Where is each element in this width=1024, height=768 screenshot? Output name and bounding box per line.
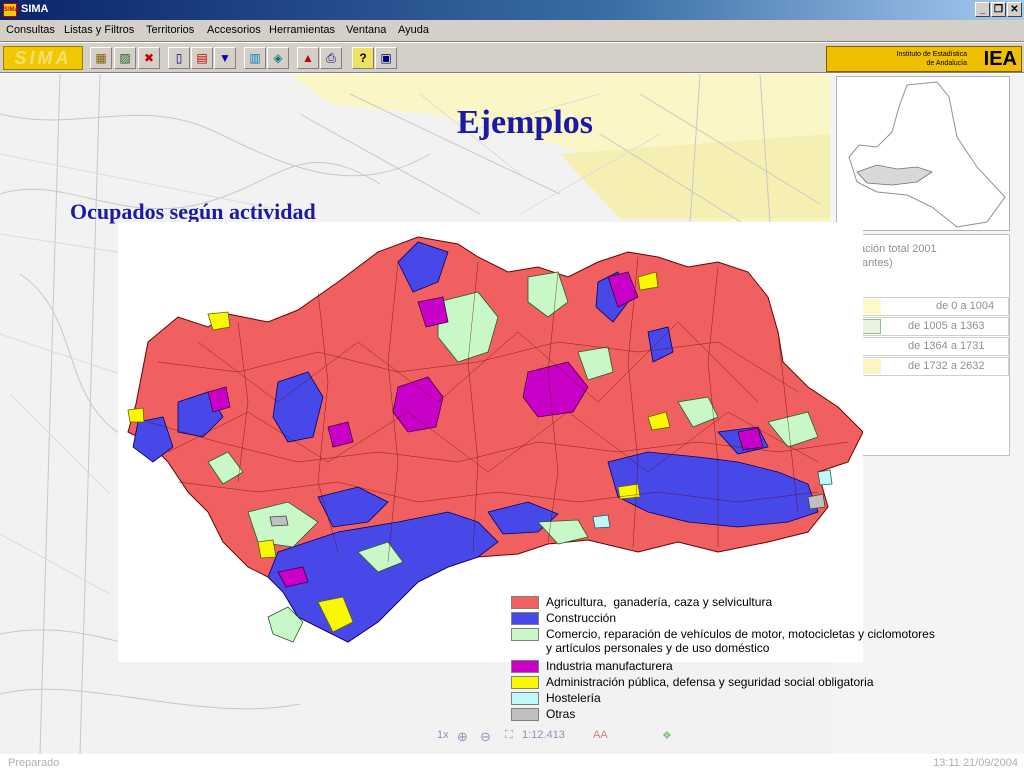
zoom-level[interactable]: 1x — [437, 729, 449, 741]
status-bar: Preparado 13:11 21/09/2004 — [0, 754, 1024, 768]
restore-button[interactable]: ❐ — [991, 2, 1006, 17]
legend-label: Industria manufacturera — [546, 659, 673, 673]
map-viewport[interactable]: Ejemplos Ocupados según actividad ación … — [0, 74, 1024, 754]
population-legend-subtitle: tantes) — [859, 257, 893, 269]
overview-map-outline — [848, 81, 1006, 228]
population-range-row: de 1364 a 1731 — [857, 337, 1009, 356]
legend-label: Hostelería — [546, 691, 601, 705]
population-range-row: de 0 a 1004 — [857, 297, 1009, 316]
range-label: de 0 a 1004 — [936, 300, 995, 312]
legend-label: Comercio, reparación de vehículos de mot… — [546, 627, 935, 655]
map-icon[interactable]: ◈ — [267, 47, 289, 69]
toolbar: SIMA ▦ ▨ ✖ ▯ ▤ ▼ ▥ ◈ ▲ ⎙ ? ▣ Instituto d… — [0, 43, 1024, 73]
chart-edit-icon[interactable]: ▨ — [114, 47, 136, 69]
menu-ventana[interactable]: Ventana — [346, 24, 386, 36]
overview-minimap[interactable] — [836, 76, 1010, 231]
menu-ayuda[interactable]: Ayuda — [398, 24, 429, 36]
sima-logo: SIMA — [3, 46, 83, 70]
menu-accesorios[interactable]: Accesorios — [207, 24, 261, 36]
menu-listas-filtros[interactable]: Listas y Filtros — [64, 24, 134, 36]
status-text: Preparado — [8, 757, 60, 768]
print-icon[interactable]: ⎙ — [320, 47, 342, 69]
zoom-out-icon[interactable]: ⊖ — [480, 729, 491, 745]
close-button[interactable]: ✕ — [1007, 2, 1022, 17]
legend-swatch — [511, 708, 539, 721]
institution-abbr: IEA — [983, 48, 1017, 70]
population-range-row: de 1005 a 1363 — [857, 317, 1009, 336]
pyramid-icon[interactable]: ▲ — [297, 47, 319, 69]
delete-icon[interactable]: ✖ — [138, 47, 160, 69]
iea-logo: Instituto de Estadística de Andalucía IE… — [826, 46, 1022, 72]
legend-swatch — [511, 660, 539, 673]
report-icon[interactable]: ▤ — [191, 47, 213, 69]
help-icon[interactable]: ? — [352, 47, 374, 69]
legend-swatch — [511, 692, 539, 705]
document-icon[interactable]: ▯ — [168, 47, 190, 69]
legend-swatch — [511, 676, 539, 689]
legend-label: Otras — [546, 707, 576, 721]
menu-territorios[interactable]: Territorios — [146, 24, 194, 36]
legend-label: Construcción — [546, 611, 617, 625]
minimize-button[interactable]: _ — [975, 2, 990, 17]
legend-label: Administración pública, defensa y seguri… — [546, 675, 874, 689]
population-legend-title: ación total 2001 — [859, 243, 937, 255]
legend-swatch — [511, 596, 539, 609]
institution-name: Instituto de Estadística de Andalucía — [867, 50, 967, 68]
legend-label: Agricultura, ganadería, caza y selvicult… — [546, 595, 773, 609]
status-clock: 13:11 21/09/2004 — [933, 757, 1018, 768]
legend-swatch — [511, 628, 539, 641]
window-title: SIMA — [21, 3, 49, 15]
population-range-row: de 1732 a 2632 — [857, 357, 1009, 376]
menu-herramientas[interactable]: Herramientas — [269, 24, 335, 36]
range-label: de 1364 a 1731 — [908, 340, 985, 352]
font-size-icon[interactable]: AA — [593, 729, 608, 741]
legend-swatch — [511, 612, 539, 625]
range-label: de 1005 a 1363 — [908, 320, 985, 332]
sima-app-icon[interactable]: SIMA — [3, 3, 19, 17]
fit-extent-icon[interactable]: ⛶ — [505, 729, 513, 742]
range-label: de 1732 a 2632 — [908, 360, 985, 372]
institution-line-1: Instituto de Estadística — [896, 51, 967, 58]
institution-line-2: de Andalucía — [926, 60, 967, 67]
zoom-in-icon[interactable]: ⊕ — [457, 729, 468, 745]
demo-icon[interactable]: ▣ — [375, 47, 397, 69]
title-bar: SIMA SIMA _ ❐ ✕ — [0, 0, 1024, 20]
bar-chart-icon[interactable]: ▥ — [244, 47, 266, 69]
filter-icon[interactable]: ▼ — [214, 47, 236, 69]
map-scale: 1:12.413 — [522, 729, 565, 741]
menu-bar: Consultas Listas y Filtros Territorios A… — [0, 20, 1024, 42]
layers-icon[interactable]: ❖ — [662, 729, 672, 742]
menu-consultas[interactable]: Consultas — [6, 24, 55, 36]
table-icon[interactable]: ▦ — [90, 47, 112, 69]
